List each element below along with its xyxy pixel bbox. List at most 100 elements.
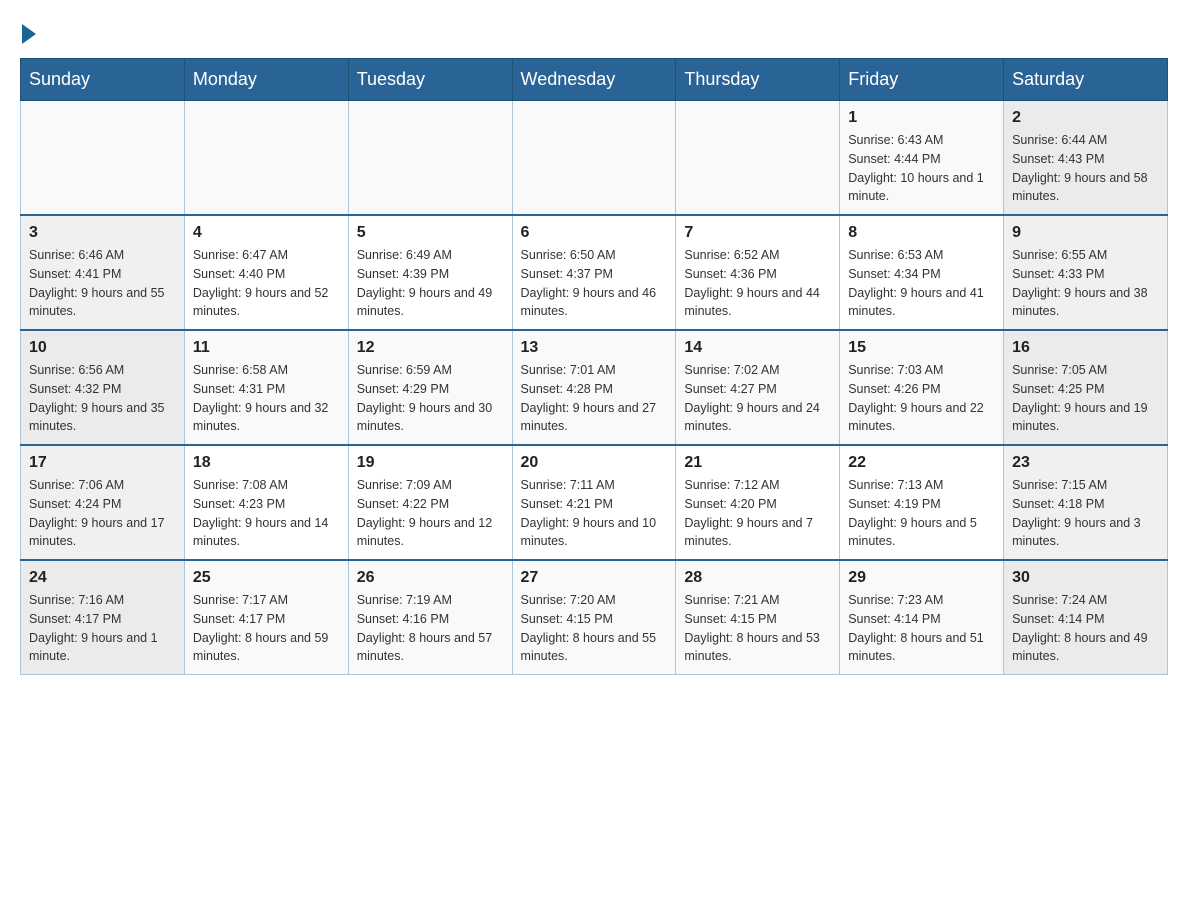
calendar-cell: 15 Sunrise: 7:03 AM Sunset: 4:26 PM Dayli… [840, 330, 1004, 445]
weekday-header-saturday: Saturday [1004, 59, 1168, 101]
calendar-cell: 17 Sunrise: 7:06 AM Sunset: 4:24 PM Dayli… [21, 445, 185, 560]
calendar-week-row: 24 Sunrise: 7:16 AM Sunset: 4:17 PM Dayli… [21, 560, 1168, 675]
calendar-cell: 21 Sunrise: 7:12 AM Sunset: 4:20 PM Dayli… [676, 445, 840, 560]
day-number: 25 [193, 569, 340, 587]
day-info: Sunrise: 7:03 AM Sunset: 4:26 PM Dayligh… [848, 361, 995, 436]
day-info: Sunrise: 6:49 AM Sunset: 4:39 PM Dayligh… [357, 246, 504, 321]
day-number: 11 [193, 339, 340, 357]
weekday-header-thursday: Thursday [676, 59, 840, 101]
calendar-cell: 20 Sunrise: 7:11 AM Sunset: 4:21 PM Dayli… [512, 445, 676, 560]
calendar-cell: 3Sunrise: 6:46 AM Sunset: 4:41 PM Daylig… [21, 215, 185, 330]
day-number: 7 [684, 224, 831, 242]
calendar-cell [676, 101, 840, 216]
day-info: Sunrise: 7:15 AM Sunset: 4:18 PM Dayligh… [1012, 476, 1159, 551]
calendar-cell: 28Sunrise: 7:21 AM Sunset: 4:15 PM Dayli… [676, 560, 840, 675]
calendar-cell [512, 101, 676, 216]
weekday-header-row: SundayMondayTuesdayWednesdayThursdayFrid… [21, 59, 1168, 101]
weekday-header-sunday: Sunday [21, 59, 185, 101]
day-info: Sunrise: 6:52 AM Sunset: 4:36 PM Dayligh… [684, 246, 831, 321]
calendar-cell: 25 Sunrise: 7:17 AM Sunset: 4:17 PM Dayli… [184, 560, 348, 675]
day-number: 20 [521, 454, 668, 472]
logo-arrow-icon [22, 24, 36, 44]
day-info: Sunrise: 6:53 AM Sunset: 4:34 PM Dayligh… [848, 246, 995, 321]
day-info: Sunrise: 7:08 AM Sunset: 4:23 PM Dayligh… [193, 476, 340, 551]
calendar-cell: 6 Sunrise: 6:50 AM Sunset: 4:37 PM Daylig… [512, 215, 676, 330]
day-info: Sunrise: 7:02 AM Sunset: 4:27 PM Dayligh… [684, 361, 831, 436]
day-info: Sunrise: 6:56 AM Sunset: 4:32 PM Dayligh… [29, 361, 176, 436]
weekday-header-friday: Friday [840, 59, 1004, 101]
calendar-week-row: 1 Sunrise: 6:43 AM Sunset: 4:44 PM Daylig… [21, 101, 1168, 216]
calendar-cell: 29 Sunrise: 7:23 AM Sunset: 4:14 PM Dayli… [840, 560, 1004, 675]
day-number: 21 [684, 454, 831, 472]
day-number: 10 [29, 339, 176, 357]
calendar-cell [21, 101, 185, 216]
calendar-cell: 1 Sunrise: 6:43 AM Sunset: 4:44 PM Daylig… [840, 101, 1004, 216]
calendar-cell: 9 Sunrise: 6:55 AM Sunset: 4:33 PM Daylig… [1004, 215, 1168, 330]
calendar-cell: 2Sunrise: 6:44 AM Sunset: 4:43 PM Daylig… [1004, 101, 1168, 216]
calendar-cell: 16 Sunrise: 7:05 AM Sunset: 4:25 PM Dayli… [1004, 330, 1168, 445]
day-info: Sunrise: 6:55 AM Sunset: 4:33 PM Dayligh… [1012, 246, 1159, 321]
weekday-header-monday: Monday [184, 59, 348, 101]
day-number: 2 [1012, 109, 1159, 127]
day-info: Sunrise: 7:12 AM Sunset: 4:20 PM Dayligh… [684, 476, 831, 551]
calendar-week-row: 17 Sunrise: 7:06 AM Sunset: 4:24 PM Dayli… [21, 445, 1168, 560]
calendar-cell: 30 Sunrise: 7:24 AM Sunset: 4:14 PM Dayli… [1004, 560, 1168, 675]
day-info: Sunrise: 7:05 AM Sunset: 4:25 PM Dayligh… [1012, 361, 1159, 436]
day-info: Sunrise: 7:23 AM Sunset: 4:14 PM Dayligh… [848, 591, 995, 666]
day-info: Sunrise: 6:59 AM Sunset: 4:29 PM Dayligh… [357, 361, 504, 436]
day-number: 19 [357, 454, 504, 472]
day-number: 8 [848, 224, 995, 242]
day-info: Sunrise: 7:09 AM Sunset: 4:22 PM Dayligh… [357, 476, 504, 551]
day-number: 28 [684, 569, 831, 587]
day-number: 1 [848, 109, 995, 127]
day-number: 16 [1012, 339, 1159, 357]
page-header [20, 20, 1168, 40]
day-info: Sunrise: 6:50 AM Sunset: 4:37 PM Dayligh… [521, 246, 668, 321]
calendar-cell: 26Sunrise: 7:19 AM Sunset: 4:16 PM Dayli… [348, 560, 512, 675]
calendar-cell: 13Sunrise: 7:01 AM Sunset: 4:28 PM Dayli… [512, 330, 676, 445]
day-info: Sunrise: 6:47 AM Sunset: 4:40 PM Dayligh… [193, 246, 340, 321]
calendar-cell: 19 Sunrise: 7:09 AM Sunset: 4:22 PM Dayli… [348, 445, 512, 560]
day-number: 3 [29, 224, 176, 242]
day-number: 6 [521, 224, 668, 242]
day-number: 22 [848, 454, 995, 472]
calendar-cell: 14 Sunrise: 7:02 AM Sunset: 4:27 PM Dayli… [676, 330, 840, 445]
day-info: Sunrise: 7:16 AM Sunset: 4:17 PM Dayligh… [29, 591, 176, 666]
day-info: Sunrise: 7:17 AM Sunset: 4:17 PM Dayligh… [193, 591, 340, 666]
calendar-cell: 10 Sunrise: 6:56 AM Sunset: 4:32 PM Dayli… [21, 330, 185, 445]
day-number: 17 [29, 454, 176, 472]
calendar-table: SundayMondayTuesdayWednesdayThursdayFrid… [20, 58, 1168, 675]
day-info: Sunrise: 7:13 AM Sunset: 4:19 PM Dayligh… [848, 476, 995, 551]
day-number: 9 [1012, 224, 1159, 242]
day-info: Sunrise: 7:19 AM Sunset: 4:16 PM Dayligh… [357, 591, 504, 666]
day-info: Sunrise: 7:11 AM Sunset: 4:21 PM Dayligh… [521, 476, 668, 551]
calendar-week-row: 10 Sunrise: 6:56 AM Sunset: 4:32 PM Dayli… [21, 330, 1168, 445]
day-info: Sunrise: 7:01 AM Sunset: 4:28 PM Dayligh… [521, 361, 668, 436]
weekday-header-tuesday: Tuesday [348, 59, 512, 101]
calendar-cell: 23 Sunrise: 7:15 AM Sunset: 4:18 PM Dayli… [1004, 445, 1168, 560]
day-info: Sunrise: 6:58 AM Sunset: 4:31 PM Dayligh… [193, 361, 340, 436]
day-number: 5 [357, 224, 504, 242]
calendar-cell: 7 Sunrise: 6:52 AM Sunset: 4:36 PM Daylig… [676, 215, 840, 330]
day-info: Sunrise: 7:24 AM Sunset: 4:14 PM Dayligh… [1012, 591, 1159, 666]
day-number: 30 [1012, 569, 1159, 587]
calendar-cell: 8 Sunrise: 6:53 AM Sunset: 4:34 PM Daylig… [840, 215, 1004, 330]
calendar-cell: 5 Sunrise: 6:49 AM Sunset: 4:39 PM Daylig… [348, 215, 512, 330]
day-number: 15 [848, 339, 995, 357]
day-info: Sunrise: 7:06 AM Sunset: 4:24 PM Dayligh… [29, 476, 176, 551]
weekday-header-wednesday: Wednesday [512, 59, 676, 101]
calendar-cell: 18Sunrise: 7:08 AM Sunset: 4:23 PM Dayli… [184, 445, 348, 560]
calendar-cell: 24 Sunrise: 7:16 AM Sunset: 4:17 PM Dayli… [21, 560, 185, 675]
calendar-cell: 27Sunrise: 7:20 AM Sunset: 4:15 PM Dayli… [512, 560, 676, 675]
day-number: 24 [29, 569, 176, 587]
calendar-cell [184, 101, 348, 216]
day-number: 29 [848, 569, 995, 587]
day-number: 14 [684, 339, 831, 357]
logo [20, 20, 36, 40]
day-info: Sunrise: 6:43 AM Sunset: 4:44 PM Dayligh… [848, 131, 995, 206]
day-number: 12 [357, 339, 504, 357]
calendar-cell: 22 Sunrise: 7:13 AM Sunset: 4:19 PM Dayli… [840, 445, 1004, 560]
calendar-cell: 12 Sunrise: 6:59 AM Sunset: 4:29 PM Dayli… [348, 330, 512, 445]
day-number: 23 [1012, 454, 1159, 472]
calendar-cell: 11 Sunrise: 6:58 AM Sunset: 4:31 PM Dayli… [184, 330, 348, 445]
